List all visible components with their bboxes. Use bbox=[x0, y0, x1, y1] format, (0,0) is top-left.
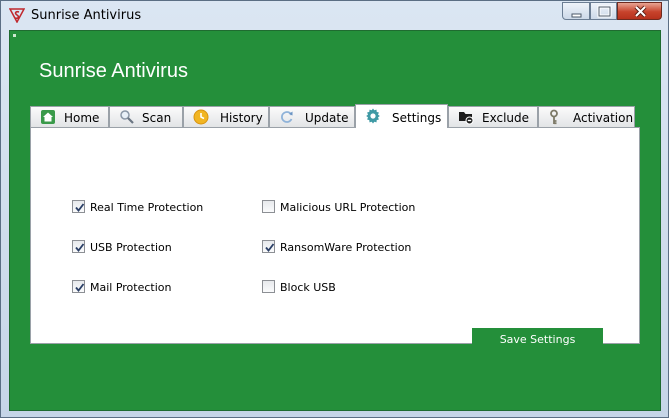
tab-activation-label: Activation bbox=[573, 111, 634, 125]
usb-protection-checkbox[interactable] bbox=[72, 240, 85, 253]
main-content: Sunrise Antivirus Home Scan History Upda… bbox=[9, 30, 661, 411]
app-header-title: Sunrise Antivirus bbox=[39, 60, 188, 82]
malicious-url-protection-checkbox[interactable] bbox=[262, 200, 275, 213]
maximize-button[interactable] bbox=[590, 2, 617, 20]
maximize-icon bbox=[597, 5, 612, 18]
home-icon bbox=[40, 109, 56, 125]
tab-scan[interactable]: Scan bbox=[109, 106, 183, 127]
tab-settings[interactable]: Settings bbox=[355, 104, 448, 128]
close-button[interactable] bbox=[617, 2, 662, 20]
block-usb-checkbox[interactable] bbox=[262, 280, 275, 293]
folder-exclude-icon bbox=[458, 109, 474, 125]
settings-panel: Real Time Protection USB Protection Mail… bbox=[30, 127, 640, 351]
ransomware-protection-checkbox[interactable] bbox=[262, 240, 275, 253]
refresh-icon bbox=[279, 109, 295, 125]
tab-history[interactable]: History bbox=[183, 106, 269, 127]
real-time-protection-label: Real Time Protection bbox=[90, 201, 204, 214]
tab-scan-label: Scan bbox=[142, 111, 172, 125]
tab-update[interactable]: Update bbox=[269, 106, 355, 127]
minimize-button[interactable] bbox=[562, 2, 590, 20]
tab-home-label: Home bbox=[64, 111, 100, 125]
tab-exclude[interactable]: Exclude bbox=[448, 106, 538, 127]
tab-update-label: Update bbox=[305, 111, 349, 125]
history-icon bbox=[193, 109, 209, 125]
corner-marker bbox=[13, 34, 16, 37]
tab-home[interactable]: Home bbox=[30, 106, 109, 127]
tab-exclude-label: Exclude bbox=[482, 111, 530, 125]
window-title: Sunrise Antivirus bbox=[31, 8, 142, 23]
save-settings-button[interactable]: Save Settings bbox=[472, 328, 603, 351]
close-icon bbox=[634, 5, 647, 18]
gear-icon bbox=[365, 108, 381, 124]
minimize-icon bbox=[571, 13, 582, 18]
malicious-url-protection-label: Malicious URL Protection bbox=[280, 201, 416, 214]
block-usb-label: Block USB bbox=[280, 281, 336, 294]
usb-protection-label: USB Protection bbox=[90, 241, 172, 254]
key-icon bbox=[548, 109, 564, 125]
title-bar[interactable]: Sunrise Antivirus bbox=[1, 1, 668, 31]
application-window: Sunrise Antivirus Sunrise Antivirus Home… bbox=[0, 0, 669, 418]
mail-protection-checkbox[interactable] bbox=[72, 280, 85, 293]
mail-protection-label: Mail Protection bbox=[90, 281, 172, 294]
real-time-protection-checkbox[interactable] bbox=[72, 200, 85, 213]
tab-history-label: History bbox=[220, 111, 263, 125]
tab-settings-label: Settings bbox=[392, 111, 442, 125]
magnifier-icon bbox=[119, 109, 135, 125]
tab-bar: Home Scan History Update Settings Exclud… bbox=[30, 104, 635, 128]
tab-activation[interactable]: Activation bbox=[538, 106, 635, 127]
sunrise-logo-icon bbox=[8, 7, 26, 24]
ransomware-protection-label: RansomWare Protection bbox=[280, 241, 412, 254]
